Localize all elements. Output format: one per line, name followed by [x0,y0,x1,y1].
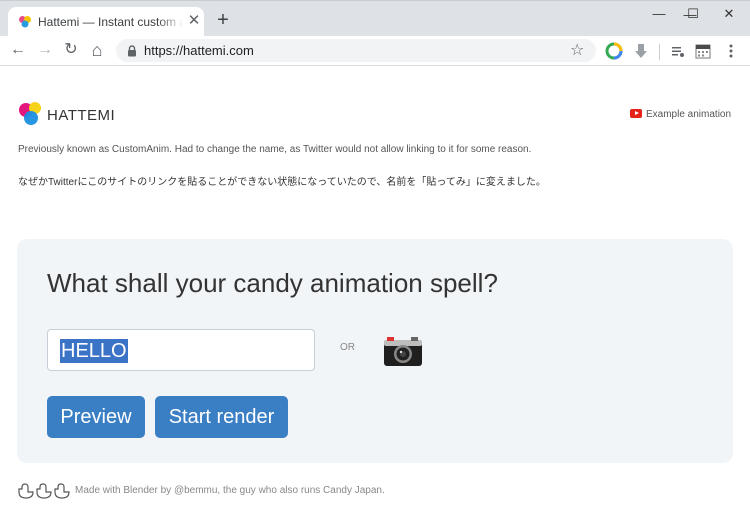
menu-kebab-icon[interactable] [722,42,740,60]
preview-button[interactable]: Preview [47,396,145,438]
new-tab-button[interactable]: + [214,10,232,30]
browser-toolbar: ← → ↻ ⌂ https://hattemi.com ☆ [0,36,750,66]
download-icon[interactable] [632,42,650,60]
url-text: https://hattemi.com [144,43,254,58]
browser-tab[interactable]: Hattemi — Instant custom animation ✕ [8,7,204,37]
close-window-icon[interactable]: ✕ [712,2,746,26]
rename-note-english: Previously known as CustomAnim. Had to c… [18,144,532,155]
example-animation-label: Example animation [646,109,732,120]
extension-colorful-icon[interactable] [605,42,623,60]
page-content: HATTEMI Example animation Previously kno… [0,67,750,532]
hattemi-logo-icon [19,102,41,125]
tab-strip: Hattemi — Instant custom animation ✕ + — [0,0,750,37]
animation-form-card: What shall your candy animation spell? H… [17,239,733,463]
media-queue-icon[interactable] [669,42,687,60]
selected-input-value: HELLO [60,339,128,363]
bookmark-star-icon[interactable]: ☆ [570,40,584,60]
maximize-icon[interactable]: ☐ [676,2,710,26]
youtube-icon [630,109,642,118]
rename-note-japanese: なぜかTwitterにこのサイトのリンクを貼ることができない状態になっていたので… [18,177,546,188]
calendar-extension-icon[interactable] [694,42,712,60]
home-icon[interactable]: ⌂ [86,39,108,61]
brand-name: HATTEMI [47,107,116,124]
back-icon[interactable]: ← [7,39,29,61]
form-title: What shall your candy animation spell? [47,268,498,298]
hattemi-favicon-icon [19,16,31,28]
ducks-icon [18,483,70,499]
reload-icon[interactable]: ↻ [60,39,82,61]
start-render-button[interactable]: Start render [155,396,288,438]
example-animation-link[interactable]: Example animation [630,109,731,120]
minimize-icon[interactable]: — [642,2,676,26]
animation-text-input[interactable]: HELLO [47,329,315,371]
tab-close-icon[interactable]: ✕ [186,13,202,29]
forward-icon[interactable]: → [34,39,56,61]
address-bar[interactable]: https://hattemi.com ☆ [116,39,596,62]
or-label: OR [340,342,355,353]
camera-icon[interactable] [383,334,423,368]
lock-icon [128,45,136,57]
footer-text: Made with Blender by @bemmu, the guy who… [75,485,385,496]
